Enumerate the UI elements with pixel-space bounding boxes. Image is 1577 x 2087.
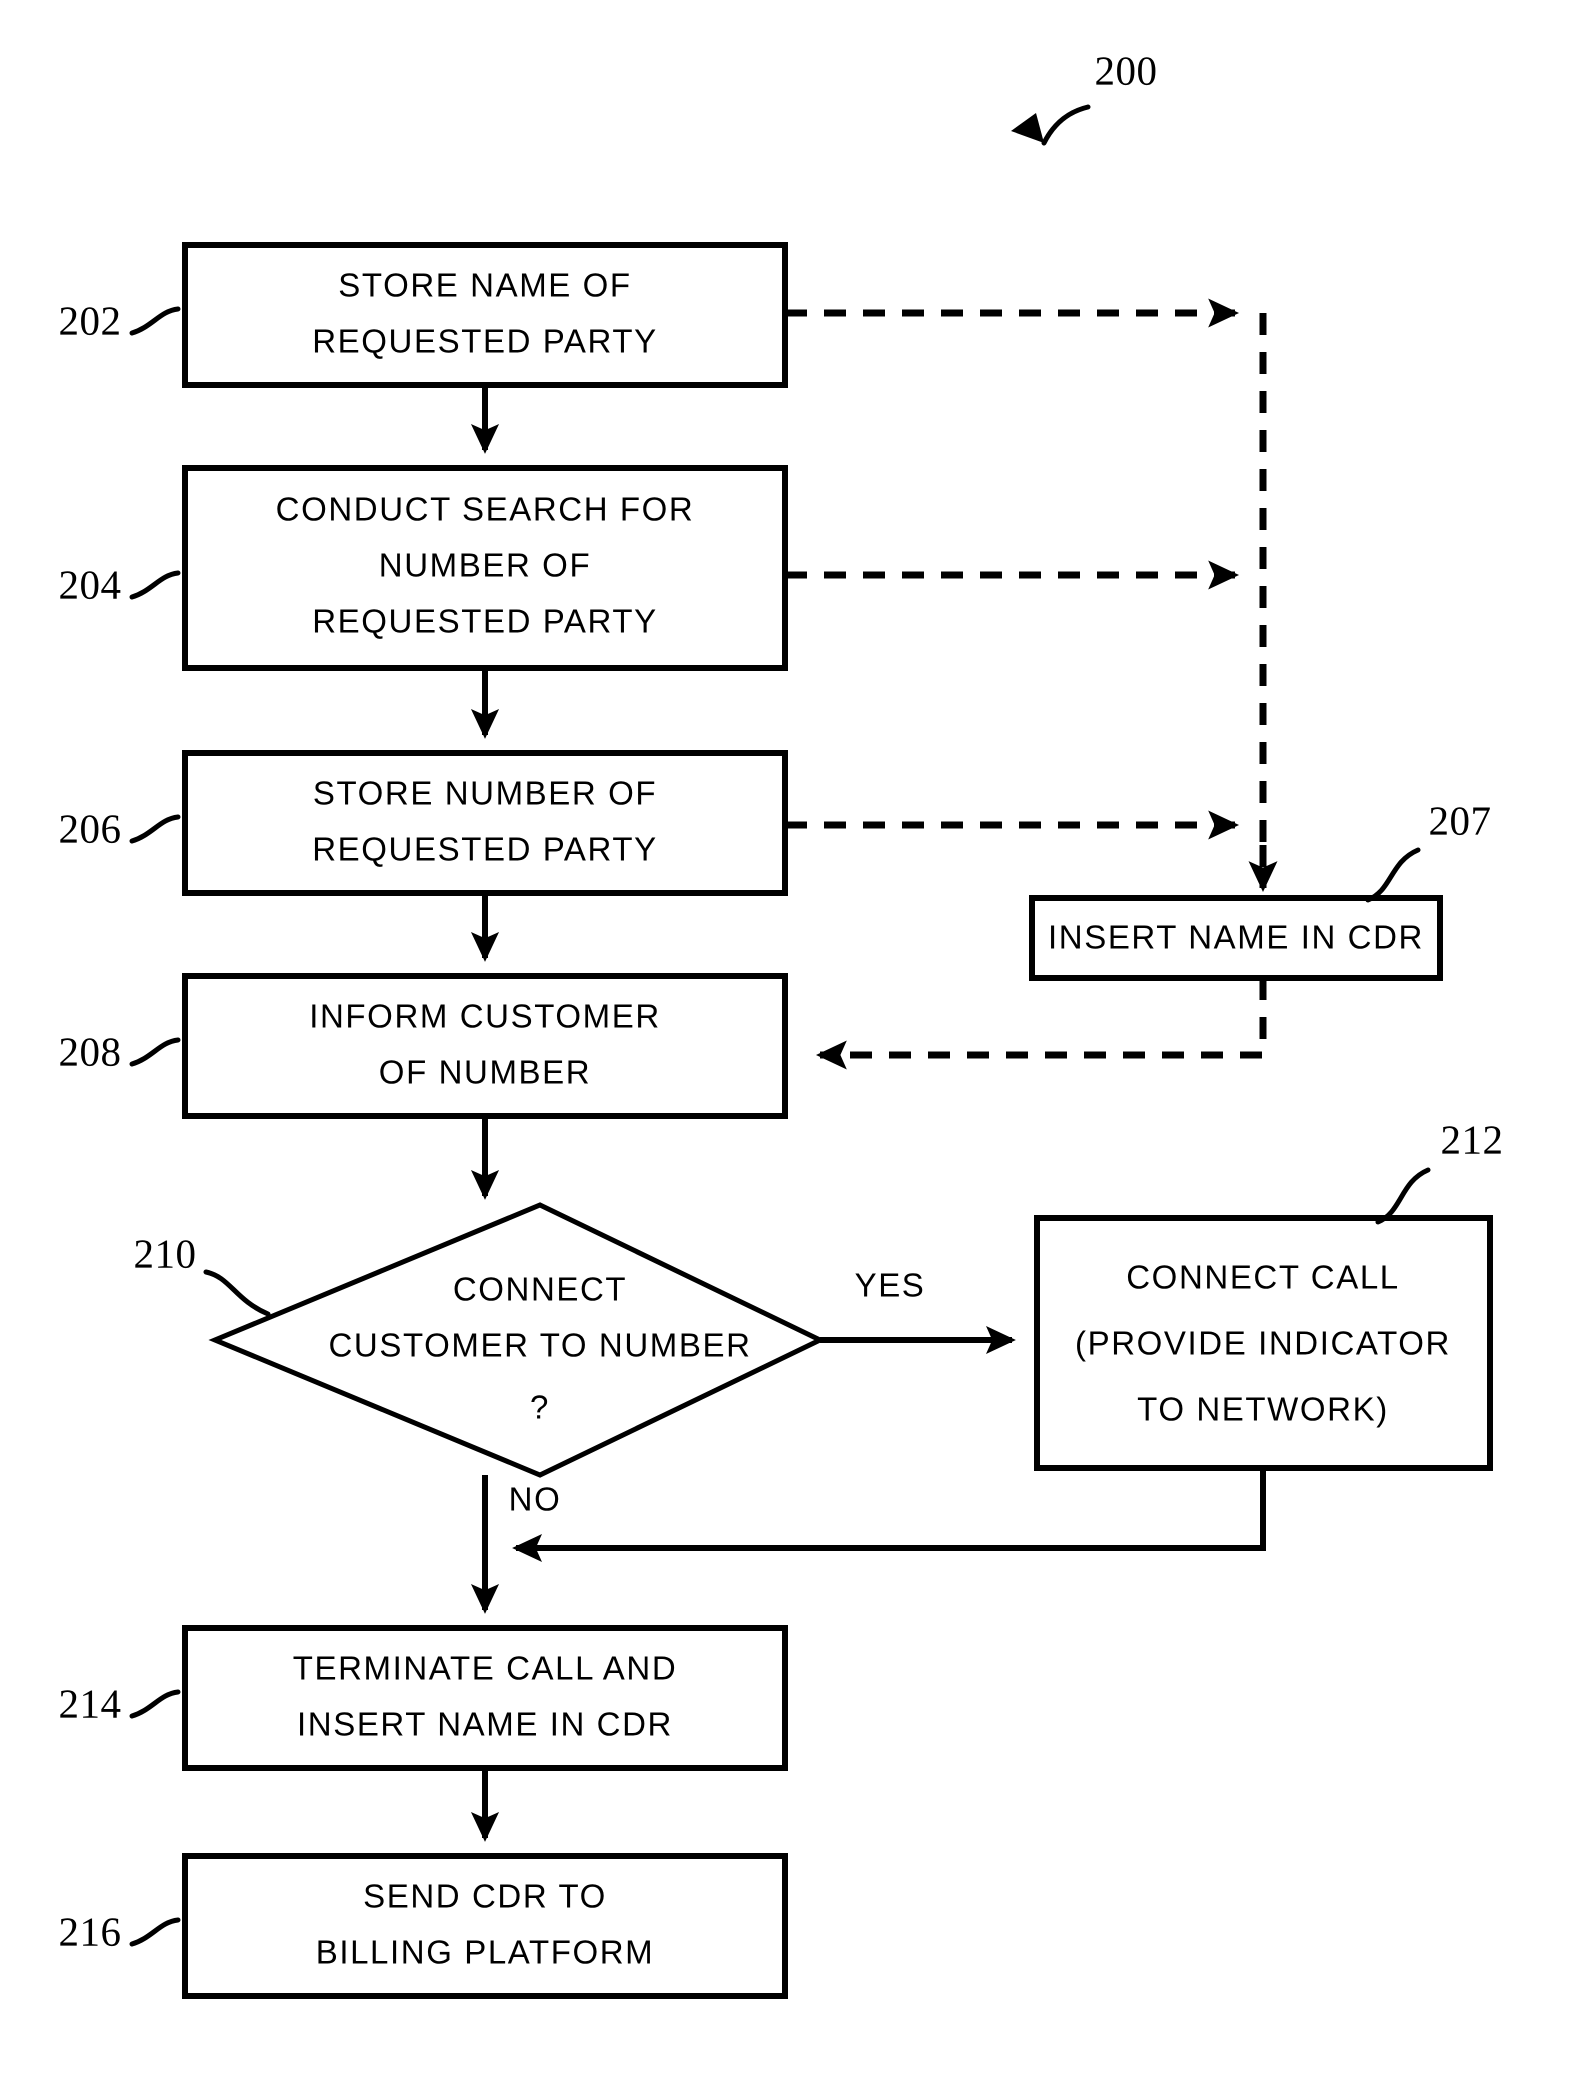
ref-label-210: 210: [134, 1230, 197, 1276]
node-210-line-3: ?: [530, 1389, 550, 1426]
node-216-line-1: SEND CDR TO: [363, 1878, 607, 1915]
node-212: CONNECT CALL (PROVIDE INDICATOR TO NETWO…: [1034, 1116, 1504, 1471]
ref-label-200: 200: [1095, 47, 1158, 93]
node-212-line-3: TO NETWORK): [1137, 1391, 1389, 1428]
node-206-line-2: REQUESTED PARTY: [312, 831, 658, 868]
node-214-line-2: INSERT NAME IN CDR: [297, 1706, 673, 1743]
node-204-line-3: REQUESTED PARTY: [312, 603, 658, 640]
node-207-line-1: INSERT NAME IN CDR: [1048, 919, 1424, 956]
node-216-line-2: BILLING PLATFORM: [316, 1934, 655, 1971]
node-212-leader: [1375, 1167, 1431, 1225]
node-204-leader: [129, 570, 181, 600]
branch-label-yes: YES: [855, 1267, 926, 1304]
ref-label-214: 214: [59, 1680, 122, 1726]
node-214: TERMINATE CALL AND INSERT NAME IN CDR 21…: [59, 1625, 788, 1771]
node-216-leader: [129, 1917, 181, 1947]
node-206: STORE NUMBER OF REQUESTED PARTY 206: [59, 750, 788, 896]
ref-label-204: 204: [59, 561, 122, 607]
node-202-leader: [129, 306, 181, 336]
node-208-line-1: INFORM CUSTOMER: [309, 998, 661, 1035]
ref-label-216: 216: [59, 1908, 122, 1954]
node-212-line-2: (PROVIDE INDICATOR: [1075, 1325, 1451, 1362]
node-204-line-2: NUMBER OF: [379, 547, 591, 584]
ref-label-212: 212: [1441, 1116, 1504, 1162]
node-214-leader: [129, 1689, 181, 1719]
node-204-line-1: CONDUCT SEARCH FOR: [276, 491, 695, 528]
node-206-line-1: STORE NUMBER OF: [313, 775, 657, 812]
dashed-branch-to-207: [785, 298, 1278, 893]
flowchart-canvas: 200 STORE NAME OF REQUESTED PARTY 202 CO…: [59, 47, 1504, 1999]
node-216: SEND CDR TO BILLING PLATFORM 216: [59, 1853, 788, 1999]
node-202-line-2: REQUESTED PARTY: [312, 323, 658, 360]
node-210-leader: [203, 1269, 271, 1317]
node-208-leader: [129, 1037, 181, 1067]
node-206-leader: [129, 814, 181, 844]
node-210: CONNECT CUSTOMER TO NUMBER ? 210: [134, 1202, 826, 1478]
node-210-line-2: CUSTOMER TO NUMBER: [328, 1327, 751, 1364]
node-202: STORE NAME OF REQUESTED PARTY 202: [59, 242, 788, 388]
node-208: INFORM CUSTOMER OF NUMBER 208: [59, 973, 788, 1119]
node-207-leader: [1365, 847, 1421, 903]
figure-page: 200 STORE NAME OF REQUESTED PARTY 202 CO…: [0, 0, 1577, 2087]
ref-label-202: 202: [59, 297, 122, 343]
node-210-line-1: CONNECT: [453, 1271, 627, 1308]
edge-212-to-trunk: [512, 1468, 1266, 1563]
edge-207-to-208: [815, 978, 1267, 1070]
ref-label-207: 207: [1429, 797, 1492, 843]
branch-no: NO: [470, 1475, 562, 1614]
node-212-line-1: CONNECT CALL: [1126, 1259, 1399, 1296]
node-208-line-2: OF NUMBER: [379, 1054, 591, 1091]
node-202-line-1: STORE NAME OF: [338, 267, 631, 304]
node-214-line-1: TERMINATE CALL AND: [293, 1650, 678, 1687]
ref-label-206: 206: [59, 805, 122, 851]
node-204: CONDUCT SEARCH FOR NUMBER OF REQUESTED P…: [59, 465, 788, 671]
dashed-return-207-to-208: [815, 978, 1267, 1070]
branch-label-no: NO: [509, 1481, 562, 1518]
figure-ref-200: 200: [1011, 47, 1158, 146]
ref-label-208: 208: [59, 1028, 122, 1074]
branch-yes: YES: [820, 1267, 1016, 1355]
